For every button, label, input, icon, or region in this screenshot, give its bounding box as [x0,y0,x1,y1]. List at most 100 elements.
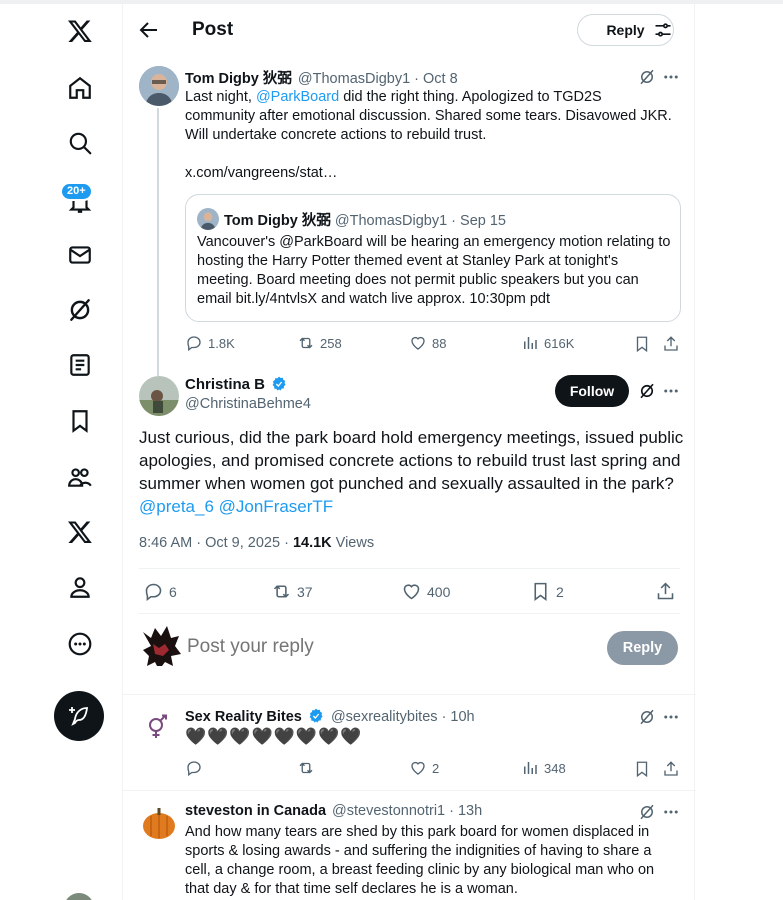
repost-action[interactable] [297,759,320,777]
repost-action[interactable]: 37 [271,581,313,602]
search-icon[interactable] [58,121,102,165]
reply2-author-avatar[interactable] [139,802,179,842]
focal-tweet-text: Just curious, did the park board hold em… [139,426,687,518]
reply-action[interactable] [185,759,208,777]
post-header: Post Reply [123,4,696,56]
parent-tweet-text: Last night, @ParkBoard did the right thi… [185,88,675,145]
views-count: 14.1K [292,535,332,551]
main-column: Post Reply Tom Digby 狄弼 @ThomasDigby1 · … [122,4,696,900]
more-icon[interactable] [58,622,102,666]
heart-icon [411,761,425,775]
reply2-header: steveston in Canada @stevestonnotri1 · 1… [185,803,482,819]
premium-icon[interactable] [58,510,102,554]
focal-author-name[interactable]: Christina B [185,376,290,393]
author-handle[interactable]: @ThomasDigby1 [298,71,410,87]
more-options-icon[interactable] [662,382,680,400]
focal-author-avatar[interactable] [139,376,179,416]
more-options-icon[interactable] [662,708,680,726]
focal-text-body: Just curious, did the park board hold em… [139,428,684,493]
x-logo-icon[interactable] [58,9,102,53]
timestamp[interactable]: 8:46 AM · Oct 9, 2025 · [139,535,293,551]
reply-count: 6 [169,583,177,600]
reply-action[interactable]: 1.8K [185,334,235,352]
gender-symbol-icon [149,714,167,738]
bookmark-count: 2 [556,583,564,600]
tweet-date[interactable]: · 13h [449,803,482,819]
author-name[interactable]: Sex Reality Bites [185,709,302,725]
tweet-date[interactable]: · Oct 8 [414,71,458,87]
grok-icon[interactable] [638,803,656,821]
like-count: 400 [427,583,451,600]
bookmark-icon[interactable] [633,760,651,778]
reply-composer-input[interactable] [187,636,527,658]
mention-link[interactable]: @ParkBoard [256,89,339,105]
compose-post-button[interactable] [54,691,104,741]
quoted-tweet[interactable]: Tom Digby 狄弼 @ThomasDigby1 · Sep 15 Vanc… [185,194,681,322]
reply-icon [187,761,201,777]
back-arrow-icon[interactable] [137,18,161,42]
share-icon[interactable] [662,335,680,353]
text-segment: Last night, [185,89,256,105]
like-action[interactable]: 2 [409,759,439,777]
like-action[interactable]: 88 [409,334,446,352]
composer-avatar [139,622,183,670]
quote-author-handle: @ThomasDigby1 [334,213,448,229]
composer-reply-button[interactable]: Reply [607,631,678,665]
grok-icon[interactable] [58,288,102,332]
account-avatar[interactable] [64,893,94,900]
bookmark-action[interactable]: 2 [530,581,564,602]
heart-icon [403,584,420,600]
more-options-icon[interactable] [662,803,680,821]
thread-line [157,108,159,376]
author-name[interactable]: Christina B [185,376,265,393]
author-name[interactable]: steveston in Canada [185,803,326,819]
views-action[interactable]: 616K [521,334,574,352]
repost-icon [273,585,290,598]
reply1-header: Sex Reality Bites @sexrealitybites · 10h [185,708,475,725]
grok-icon[interactable] [638,68,656,86]
settings-sliders-icon[interactable] [653,20,673,40]
focal-author-handle[interactable]: @ChristinaBehme4 [185,396,311,412]
repost-action[interactable]: 258 [297,334,342,352]
like-count: 88 [432,335,447,351]
parent-author-avatar[interactable] [139,66,179,106]
tweet-date[interactable]: · 10h [442,709,475,725]
views-chart-icon [524,337,537,349]
more-options-icon[interactable] [662,68,680,86]
author-name[interactable]: Tom Digby 狄弼 [185,71,292,87]
grok-icon[interactable] [638,382,656,400]
grok-icon[interactable] [638,708,656,726]
views-action[interactable]: 348 [521,759,566,777]
reply-count: 1.8K [208,335,235,351]
parent-tweet-header: Tom Digby 狄弼 @ThomasDigby1 · Oct 8 [185,67,458,88]
reply1-author-avatar[interactable] [139,706,179,746]
home-icon[interactable] [58,66,102,110]
author-handle[interactable]: @sexrealitybites [331,709,438,725]
parent-action-bar: 1.8K 258 88 616K [185,334,681,354]
share-icon[interactable] [655,581,676,602]
bookmark-icon [534,582,547,601]
verified-badge-icon [309,708,323,723]
left-sidebar: 20+ [0,0,122,900]
follow-button[interactable]: Follow [555,375,629,407]
reply1-text: 🖤🖤🖤🖤🖤🖤🖤🖤 [185,727,363,746]
heart-icon [411,336,425,350]
mention-links[interactable]: @preta_6 @JonFraserTF [139,497,333,516]
bookmarks-icon[interactable] [58,399,102,443]
messages-icon[interactable] [58,233,102,277]
lists-icon[interactable] [58,343,102,387]
bookmark-icon[interactable] [633,335,651,353]
share-icon[interactable] [662,760,680,778]
feather-plus-icon [69,707,89,726]
divider [139,613,680,614]
divider [123,694,696,695]
author-handle[interactable]: @stevestonnotri1 [332,803,445,819]
like-action[interactable]: 400 [401,581,450,602]
views-chart-icon [524,762,537,774]
reply-action[interactable]: 6 [143,581,177,602]
communities-icon[interactable] [58,455,102,499]
reply1-action-bar: 2 348 [185,759,681,779]
profile-icon[interactable] [58,565,102,609]
url-link[interactable]: x.com/vangreens/stat… [185,164,337,183]
quote-author-avatar [197,208,219,230]
